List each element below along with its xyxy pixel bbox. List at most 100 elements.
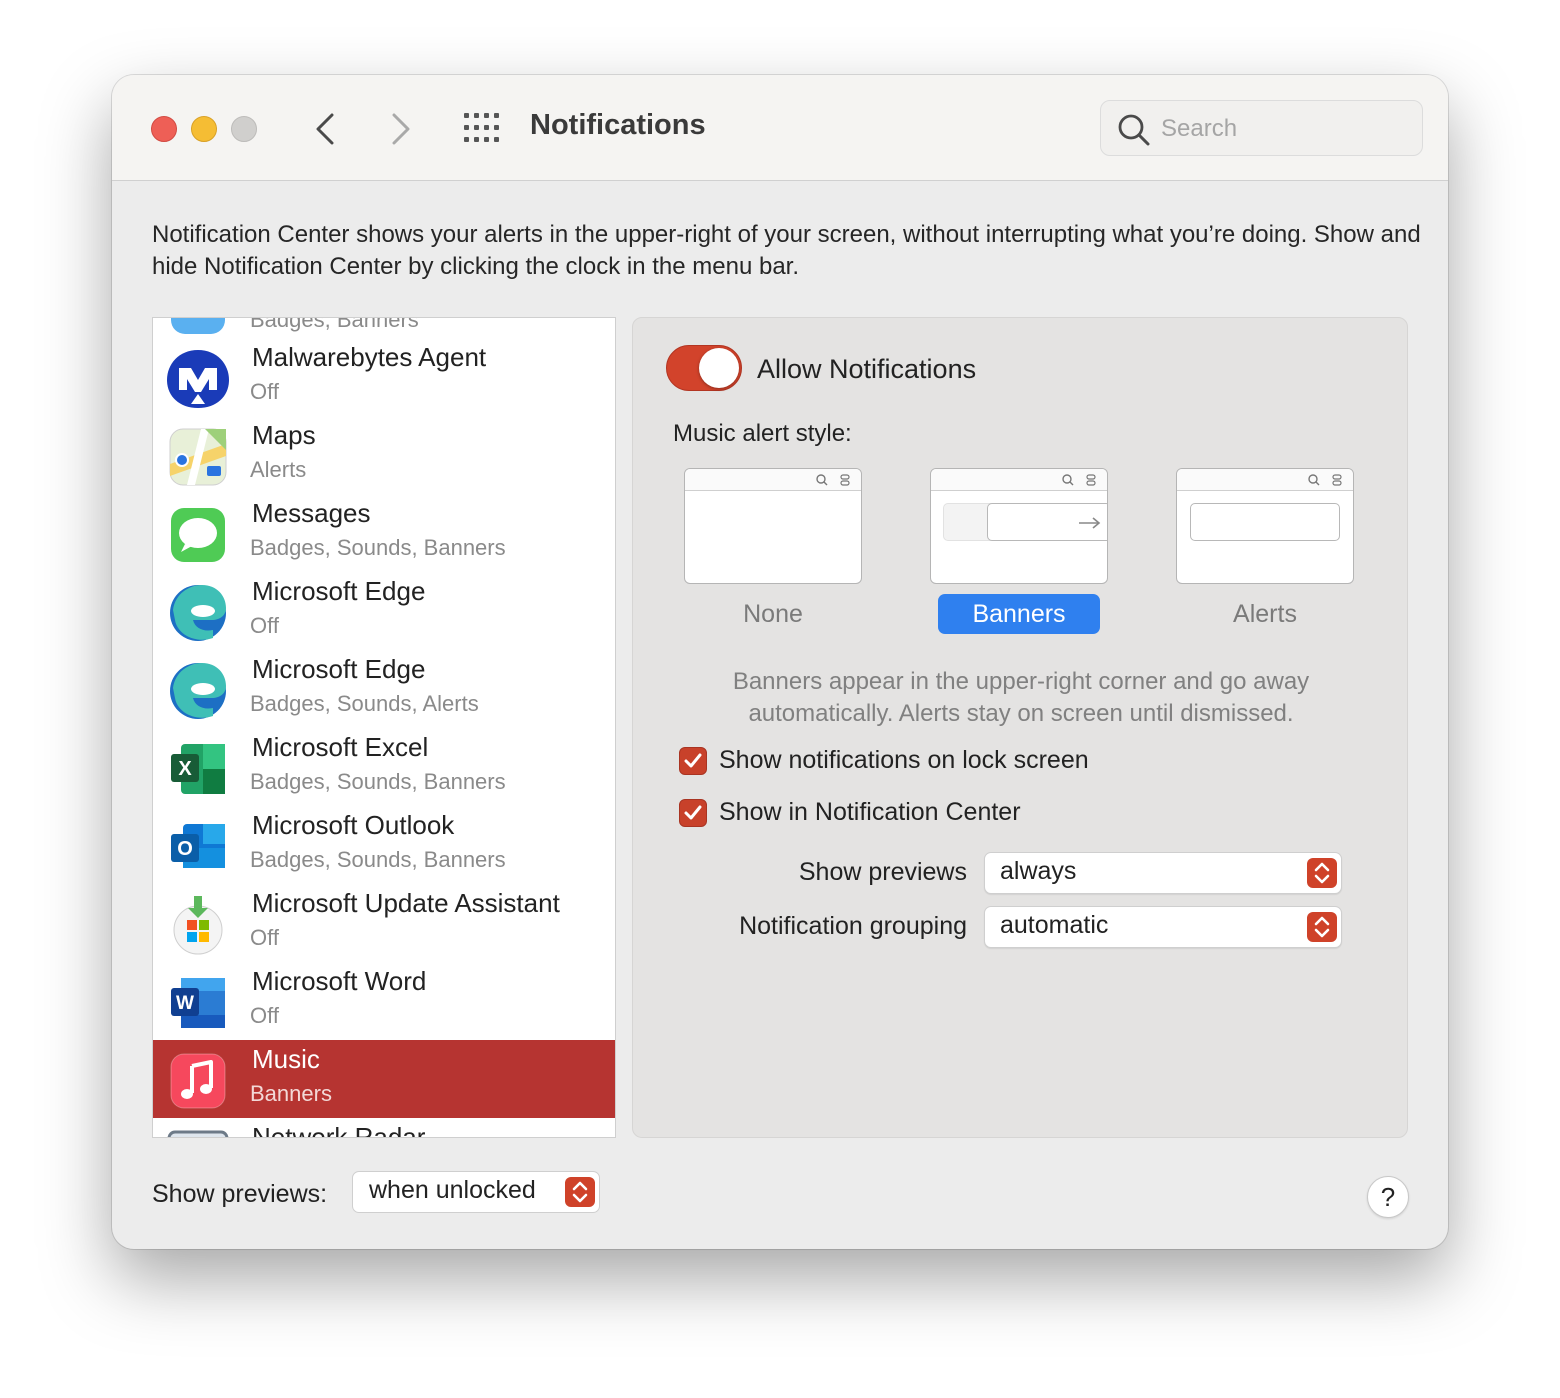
- app-name: Music: [252, 1044, 320, 1074]
- close-button[interactable]: [151, 116, 177, 142]
- updown-chevron-icon: [565, 1177, 595, 1207]
- network-radar-icon: [167, 1130, 229, 1137]
- app-status: Alerts: [250, 457, 307, 482]
- app-status: Off: [250, 613, 279, 638]
- popup-value: when unlocked: [369, 1176, 536, 1204]
- list-item[interactable]: Microsoft Edge Off: [153, 572, 615, 650]
- list-item[interactable]: Microsoft Update Assistant Off: [153, 884, 615, 962]
- list-item[interactable]: X Microsoft Excel Badges, Sounds, Banner…: [153, 728, 615, 806]
- footer-show-previews-popup[interactable]: when unlocked: [352, 1171, 600, 1213]
- excel-icon: X: [171, 744, 225, 794]
- app-name: Microsoft Update Assistant: [252, 888, 560, 918]
- search-field[interactable]: [1100, 100, 1423, 156]
- popup-value: automatic: [1000, 911, 1109, 939]
- messages-icon: [171, 508, 225, 562]
- app-name: Maps: [252, 420, 316, 450]
- search-icon: [1118, 114, 1150, 146]
- style-none-label[interactable]: None: [692, 594, 854, 634]
- alert-style-label: Music alert style:: [673, 420, 852, 447]
- list-item[interactable]: Messages Badges, Sounds, Banners: [153, 494, 615, 572]
- list-item-selected[interactable]: Music Banners: [153, 1040, 615, 1118]
- app-name: Microsoft Outlook: [252, 810, 455, 840]
- menubar-icons-icon: [1308, 474, 1342, 486]
- app-name: Microsoft Excel: [252, 732, 429, 762]
- svg-text:X: X: [178, 758, 192, 780]
- app-status: Badges, Sounds, Alerts: [250, 691, 479, 716]
- alert-style-description: Banners appear in the upper-right corner…: [732, 668, 1310, 727]
- arrow-right-icon: [1079, 517, 1101, 529]
- app-status: Badges, Sounds, Banners: [250, 847, 506, 872]
- show-previews-popup[interactable]: always: [984, 852, 1342, 894]
- app-list[interactable]: Badges, Banners Malwarebytes Agent Off M…: [152, 317, 616, 1138]
- banner-preview: [987, 503, 1107, 541]
- music-icon: [170, 1053, 226, 1109]
- search-input[interactable]: [1161, 111, 1411, 147]
- app-name: Malwarebytes Agent: [252, 342, 487, 372]
- footer-show-previews-label: Show previews:: [152, 1180, 328, 1208]
- show-all-grid-icon[interactable]: [464, 113, 500, 143]
- menubar-icons-icon: [1062, 474, 1096, 486]
- malwarebytes-icon: [167, 350, 229, 408]
- maps-icon: [169, 428, 227, 486]
- word-icon: W: [171, 978, 225, 1028]
- forward-button[interactable]: [382, 109, 418, 149]
- zoom-button[interactable]: [231, 116, 257, 142]
- thumbnail-menubar: [1177, 469, 1353, 491]
- style-banners-thumbnail[interactable]: [930, 468, 1108, 584]
- app-status: Badges, Sounds, Banners: [250, 535, 506, 560]
- preferences-window: Notifications Notification Center shows …: [112, 75, 1448, 1249]
- partial-app-icon: [171, 318, 225, 334]
- app-status: Badges, Sounds, Banners: [250, 769, 506, 794]
- style-banners-label[interactable]: Banners: [938, 594, 1100, 634]
- list-item[interactable]: Microsoft Edge Badges, Sounds, Alerts: [153, 650, 615, 728]
- app-name: Network Radar: [252, 1122, 426, 1138]
- app-status: Off: [250, 1003, 279, 1028]
- svg-text:W: W: [176, 993, 194, 1014]
- help-button[interactable]: ?: [1367, 1176, 1409, 1218]
- app-name: Microsoft Edge: [252, 654, 426, 684]
- app-status: Badges, Banners: [250, 317, 419, 332]
- back-button[interactable]: [308, 109, 344, 149]
- notification-center-label: Show in Notification Center: [719, 798, 1021, 826]
- notification-grouping-label: Notification grouping: [739, 912, 967, 940]
- list-item[interactable]: Network Radar: [153, 1118, 615, 1138]
- description-text: Notification Center shows your alerts in…: [152, 221, 1421, 280]
- checkmark-icon: [684, 753, 702, 768]
- thumbnail-menubar: [685, 469, 861, 491]
- svg-text:O: O: [177, 838, 193, 860]
- edge-icon: [170, 663, 226, 719]
- style-none-thumbnail[interactable]: [684, 468, 862, 584]
- list-item[interactable]: Maps Alerts: [153, 416, 615, 494]
- list-item[interactable]: Malwarebytes Agent Off: [153, 338, 615, 416]
- edge-icon: [170, 585, 226, 641]
- list-item[interactable]: O Microsoft Outlook Badges, Sounds, Bann…: [153, 806, 615, 884]
- app-status: Banners: [250, 1081, 332, 1106]
- checkmark-icon: [684, 805, 702, 820]
- list-item[interactable]: W Microsoft Word Off: [153, 962, 615, 1040]
- lock-screen-label: Show notifications on lock screen: [719, 746, 1089, 774]
- updown-chevron-icon: [1307, 858, 1337, 888]
- outlook-icon: O: [171, 824, 225, 868]
- popup-value: always: [1000, 857, 1077, 885]
- notification-detail-panel: Allow Notifications Music alert style: N…: [632, 317, 1408, 1138]
- style-alerts-label[interactable]: Alerts: [1184, 594, 1346, 634]
- notification-grouping-popup[interactable]: automatic: [984, 906, 1342, 948]
- lock-screen-checkbox[interactable]: [679, 747, 707, 775]
- app-status: Off: [250, 379, 279, 404]
- updown-chevron-icon: [1307, 912, 1337, 942]
- menubar-icons-icon: [816, 474, 850, 486]
- title-bar: Notifications: [112, 75, 1448, 181]
- thumbnail-menubar: [931, 469, 1107, 491]
- app-name: Messages: [252, 498, 371, 528]
- toggle-knob: [699, 348, 739, 388]
- window-title: Notifications: [530, 109, 706, 141]
- show-previews-label: Show previews: [798, 858, 967, 886]
- minimize-button[interactable]: [191, 116, 217, 142]
- notification-center-checkbox[interactable]: [679, 799, 707, 827]
- app-name: Microsoft Word: [252, 966, 427, 996]
- style-alerts-thumbnail[interactable]: [1176, 468, 1354, 584]
- update-assistant-icon: [173, 896, 223, 955]
- allow-notifications-toggle[interactable]: [666, 345, 742, 391]
- app-name: Microsoft Edge: [252, 576, 426, 606]
- allow-notifications-label: Allow Notifications: [757, 354, 977, 384]
